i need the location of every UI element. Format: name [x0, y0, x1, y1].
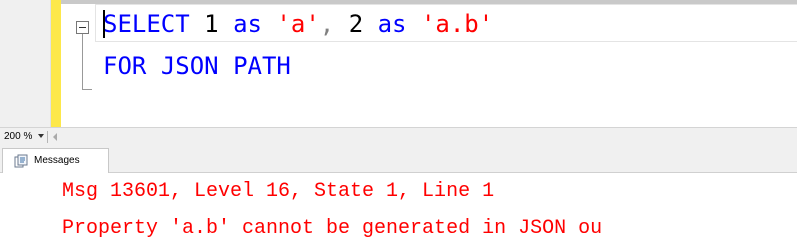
- string-alias-a: 'a': [276, 10, 320, 38]
- query-editor[interactable]: SELECT 1 as 'a', 2 as 'a.b' FOR JSON PAT…: [0, 0, 797, 127]
- error-message-header: Msg 13601, Level 16, State 1, Line 1: [62, 180, 495, 203]
- outline-line: [82, 34, 83, 90]
- text-caret: [103, 10, 105, 38]
- keyword-as-1: as: [233, 10, 262, 38]
- code-line-1[interactable]: SELECT 1 as 'a', 2 as 'a.b': [103, 9, 493, 39]
- zoom-level[interactable]: 200 %: [4, 129, 32, 145]
- error-message-text: Property 'a.b' cannot be generated in JS…: [62, 217, 603, 240]
- keyword-json: JSON: [160, 52, 219, 80]
- results-tab-strip: Messages: [0, 146, 797, 173]
- string-alias-a-b: 'a.b': [420, 10, 494, 38]
- keyword-for: FOR: [103, 52, 147, 80]
- messages-icon: [14, 154, 28, 168]
- keyword-select: SELECT: [103, 10, 190, 38]
- tab-messages[interactable]: Messages: [2, 148, 109, 173]
- editor-gutter: [0, 0, 51, 127]
- literal-2: 2: [348, 10, 364, 38]
- comma: ,: [319, 10, 335, 38]
- messages-pane[interactable]: Msg 13601, Level 16, State 1, Line 1 Pro…: [0, 173, 797, 250]
- literal-1: 1: [204, 10, 219, 38]
- scroll-left-icon[interactable]: [53, 133, 57, 141]
- keyword-path: PATH: [233, 52, 291, 80]
- zoom-separator: [47, 131, 48, 143]
- tab-messages-label: Messages: [34, 155, 80, 166]
- code-line-2[interactable]: FOR JSON PATH: [103, 51, 291, 81]
- outline-end: [82, 89, 92, 90]
- editor-status-row: 200 %: [0, 127, 797, 146]
- keyword-as-2: as: [377, 10, 407, 38]
- change-tracking-bar: [51, 0, 61, 127]
- collapse-minus-icon[interactable]: [76, 21, 89, 34]
- zoom-dropdown-icon[interactable]: [38, 134, 44, 138]
